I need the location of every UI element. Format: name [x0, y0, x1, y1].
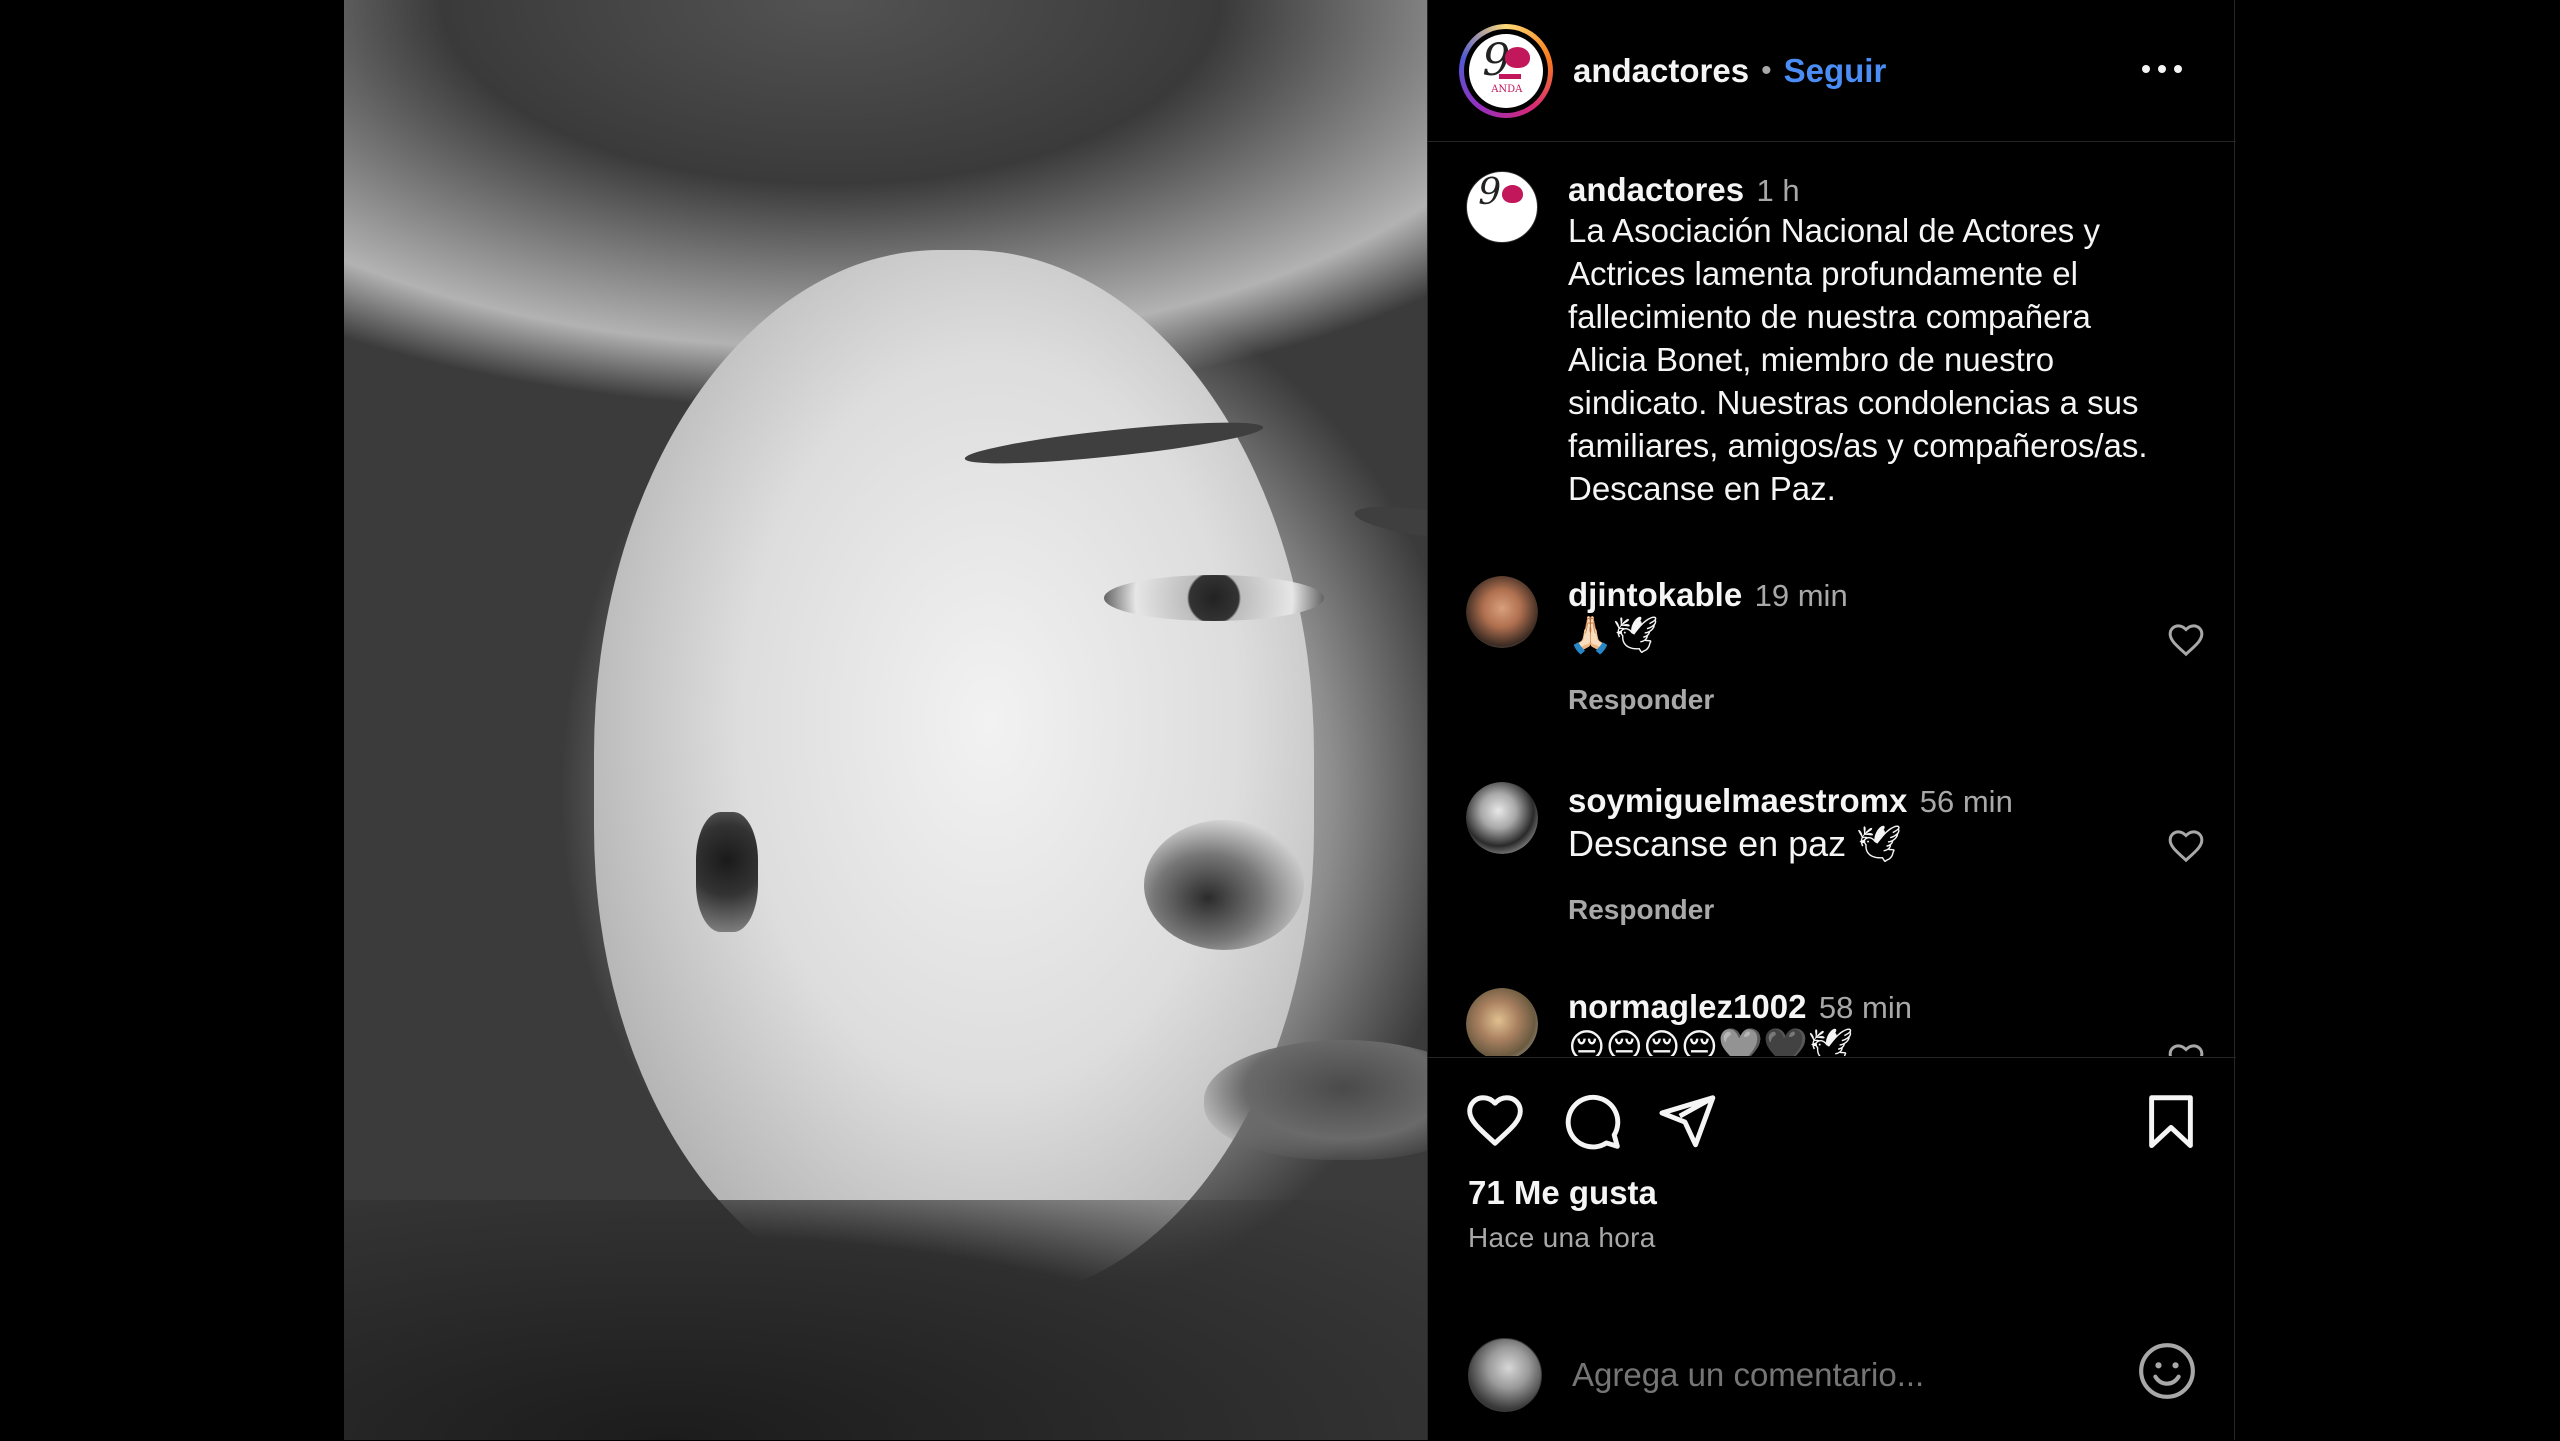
comment-time: 58 min — [1818, 990, 1912, 1025]
more-options-icon[interactable] — [2142, 57, 2182, 81]
comment-username[interactable]: djintokable — [1568, 576, 1742, 613]
heart-icon[interactable] — [1464, 1090, 1526, 1152]
commenter-avatar[interactable] — [1466, 782, 1538, 854]
separator-dot: • — [1761, 53, 1772, 87]
caption-avatar[interactable]: 9 — [1466, 171, 1538, 243]
caption-text: La Asociación Nacional de Actores y Actr… — [1568, 212, 2148, 507]
caption-time: 1 h — [1756, 173, 1800, 208]
photo-eye-left — [1104, 575, 1324, 621]
author-username[interactable]: andactores — [1573, 52, 1749, 90]
follow-button[interactable]: Seguir — [1784, 52, 1887, 90]
caption-username[interactable]: andactores — [1568, 171, 1744, 208]
commenter-avatar[interactable] — [1466, 576, 1538, 648]
like-comment-heart-icon[interactable] — [2166, 1040, 2206, 1056]
anda-logo: 9 ANDA — [1469, 33, 1543, 108]
comments-list[interactable]: 9 andactores 1 h La Asociación Nacional … — [1428, 143, 2236, 1056]
photo-face — [594, 250, 1314, 1300]
add-comment-bar — [1428, 1308, 2236, 1441]
post-side-panel: 9 ANDA andactores • Seguir 9 andactores … — [1427, 0, 2236, 1440]
comment-text: 🙏🏻🕊 — [1568, 615, 1659, 656]
comment-input[interactable] — [1572, 1355, 2092, 1394]
photo-shoulder — [344, 1200, 1427, 1440]
share-icon[interactable] — [1656, 1090, 1718, 1152]
bookmark-icon[interactable] — [2140, 1090, 2202, 1152]
comment-icon[interactable] — [1561, 1090, 1623, 1152]
reply-button[interactable]: Responder — [1568, 684, 2188, 716]
commenter-avatar[interactable] — [1466, 988, 1538, 1056]
post-header: 9 ANDA andactores • Seguir — [1428, 0, 2236, 142]
photo-nose — [1144, 820, 1304, 950]
photo-earring — [696, 812, 758, 932]
author-avatar[interactable]: 9 ANDA — [1459, 23, 1553, 118]
instagram-post-modal: 9 ANDA andactores • Seguir 9 andactores … — [344, 0, 2236, 1440]
post-timestamp: Hace una hora — [1468, 1222, 1656, 1253]
like-comment-heart-icon[interactable] — [2166, 620, 2206, 660]
post-actions: 71 Me gusta Hace una hora — [1428, 1057, 2236, 1440]
likes-count[interactable]: 71 Me gusta — [1468, 1174, 1657, 1212]
comment-text: 😔😔😔😔🩶🖤🕊 — [1568, 1027, 1854, 1056]
comment-username[interactable]: normaglez1002 — [1568, 988, 1806, 1025]
reply-button[interactable]: Responder — [1568, 894, 2188, 926]
heart-logo-mark — [1502, 184, 1523, 203]
heart-logo-mark — [1504, 46, 1530, 68]
comment-time: 56 min — [1919, 784, 2013, 819]
comment-text: Descanse en paz 🕊 — [1568, 823, 1902, 864]
comment-time: 19 min — [1754, 578, 1848, 613]
like-comment-heart-icon[interactable] — [2166, 826, 2206, 866]
comment-username[interactable]: soymiguelmaestromx — [1568, 782, 1907, 819]
post-photo — [344, 0, 1427, 1440]
photo-brow-right — [1352, 500, 1427, 546]
emoji-icon[interactable] — [2136, 1340, 2198, 1402]
current-user-avatar — [1468, 1337, 1542, 1412]
